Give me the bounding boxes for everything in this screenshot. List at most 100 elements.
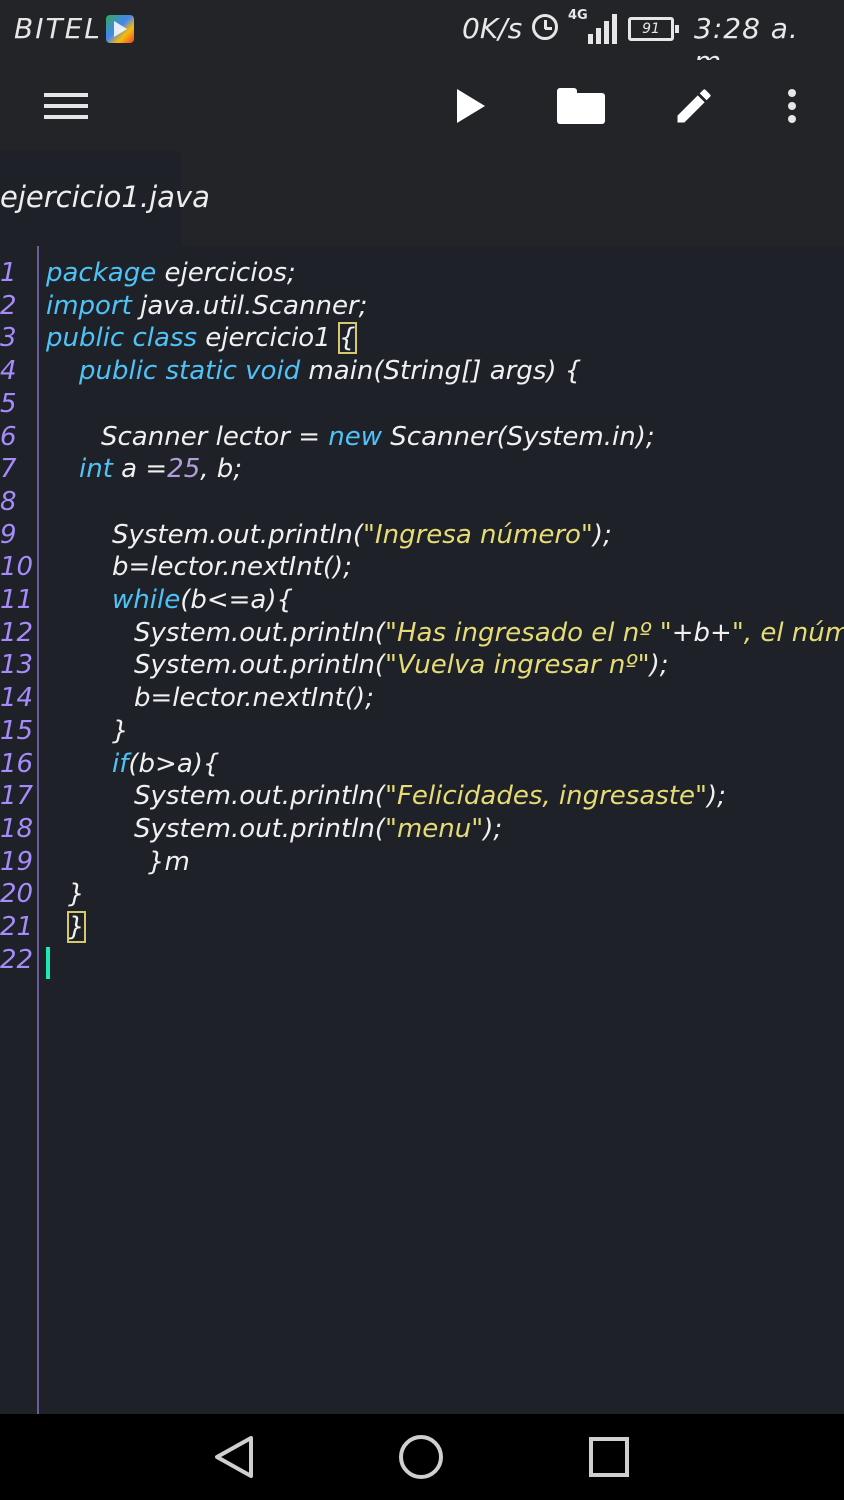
recents-square-icon[interactable] <box>586 1434 632 1480</box>
edit-button[interactable] <box>666 78 722 134</box>
code-line: public class ejercicio1 { <box>46 322 357 355</box>
line-number: 21 <box>0 912 34 942</box>
more-vert-icon[interactable] <box>764 78 820 134</box>
code-token: , b; <box>200 454 243 485</box>
code-token: System.out.println( <box>112 519 363 550</box>
line-number: 7 <box>0 454 17 485</box>
code-token: ejercicio1 <box>197 323 339 354</box>
string-token: "Has ingresado el nº " <box>385 617 672 648</box>
code-token: } <box>68 879 85 910</box>
code-line: import java.util.Scanner; <box>46 291 367 321</box>
signal-icon: 4G <box>566 8 617 48</box>
keyword-token: while <box>112 585 181 615</box>
code-token: (b<=a){ <box>180 585 294 615</box>
string-token: "Vuelva ingresar nº" <box>385 650 650 681</box>
net-speed: 0K/s <box>462 12 523 45</box>
code-token: System.out.println( <box>134 781 385 812</box>
line-number: 15 <box>0 715 34 746</box>
network-type: 4G <box>568 8 588 23</box>
line-number: 8 <box>0 486 17 517</box>
code-token: ); <box>706 781 726 812</box>
pencil-icon <box>677 89 711 123</box>
line-number: 3 <box>0 323 17 354</box>
line-number: 18 <box>0 813 34 844</box>
keyword-token: package <box>46 258 157 288</box>
play-store-icon <box>106 15 134 43</box>
alarm-icon <box>532 14 558 40</box>
code-editor[interactable]: 1 package ejercicios; 2 import java.util.Sc… <box>0 246 844 1414</box>
carrier-name: BITEL <box>14 12 102 45</box>
string-token: "menu" <box>385 813 484 844</box>
line-number: 17 <box>0 781 34 812</box>
code-token: System.out.println( <box>134 813 385 844</box>
code-token: } <box>112 715 129 746</box>
code-token: ejercicios; <box>156 258 296 288</box>
code-token: System.out.println( <box>134 650 385 681</box>
code-line: package ejercicios; <box>46 258 296 288</box>
code-line: System.out.println("Felicidades, ingresa… <box>134 781 726 811</box>
matched-bracket: } <box>67 911 86 943</box>
file-tab-label: ejercicio1.java <box>0 180 210 214</box>
code-line: System.out.println("Vuelva ingresar nº")… <box>134 650 669 680</box>
tab-bar: ejercicio1.java <box>0 150 844 246</box>
code-token: (b>a){ <box>128 748 220 779</box>
line-number: 22 <box>0 944 34 975</box>
keyword-token: import <box>46 290 132 321</box>
line-number: 16 <box>0 748 34 779</box>
code-line: }m <box>148 847 190 877</box>
open-folder-button[interactable] <box>553 78 609 134</box>
file-tab[interactable]: ejercicio1.java <box>0 150 210 246</box>
code-line: if(b>a){ <box>112 749 219 779</box>
number-token: 25 <box>167 454 201 485</box>
code-token: a = <box>112 454 168 485</box>
line-number: 1 <box>0 258 17 288</box>
code-line: Scanner lector = new Scanner(System.in); <box>101 422 655 452</box>
battery-icon: 91 <box>628 17 679 41</box>
keyword-token: public class <box>46 323 198 354</box>
code-token: Scanner lector = <box>101 421 329 452</box>
keyword-token: new <box>328 421 383 452</box>
line-number: 5 <box>0 388 17 419</box>
hamburger-menu-icon[interactable] <box>38 78 94 134</box>
navigation-bar <box>0 1414 844 1500</box>
line-number: 12 <box>0 617 34 648</box>
back-triangle-icon[interactable] <box>211 1434 257 1480</box>
line-number: 11 <box>0 585 34 615</box>
text-cursor <box>46 946 50 979</box>
code-token: ); <box>592 519 612 550</box>
line-number: 14 <box>0 683 34 714</box>
folder-icon <box>557 88 605 124</box>
code-line: } <box>67 911 86 943</box>
line-number: 9 <box>0 519 17 550</box>
code-line: public static void main(String[] args) { <box>79 356 581 386</box>
string-token: "Ingresa número" <box>363 519 593 550</box>
code-line: b=lector.nextInt(); <box>134 683 374 713</box>
code-token: ); <box>649 650 669 681</box>
status-bar: BITEL 0K/s 4G 91 3:28 a. m. <box>0 0 844 78</box>
line-number: 2 <box>0 290 17 321</box>
line-number: 19 <box>0 846 34 877</box>
code-token: System.out.println( <box>134 617 385 648</box>
code-token: }m <box>148 846 190 877</box>
code-line: System.out.println("Ingresa número"); <box>112 520 612 550</box>
line-number: 6 <box>0 421 17 452</box>
battery-level: 91 <box>642 21 660 37</box>
code-line: while(b<=a){ <box>112 585 293 615</box>
code-token: main(String[] args) { <box>300 356 582 387</box>
keyword-token: int <box>79 454 113 485</box>
string-token: ", el número e <box>731 617 844 648</box>
line-number: 13 <box>0 650 34 681</box>
run-button[interactable] <box>440 78 496 134</box>
code-line: System.out.println("Has ingresado el nº … <box>134 618 844 648</box>
matched-bracket: { <box>337 322 357 355</box>
home-circle-icon[interactable] <box>398 1434 444 1480</box>
code-line: int a =25, b; <box>79 454 242 484</box>
string-token: "Felicidades, ingresaste" <box>385 781 707 812</box>
code-token: b=lector.nextInt(); <box>112 552 352 583</box>
keyword-token: if <box>112 748 129 779</box>
code-token: java.util.Scanner; <box>131 290 368 321</box>
code-token: b=lector.nextInt(); <box>134 683 374 714</box>
code-line: } <box>112 716 129 746</box>
toolbar <box>0 60 844 150</box>
code-token: Scanner(System.in); <box>382 421 655 452</box>
